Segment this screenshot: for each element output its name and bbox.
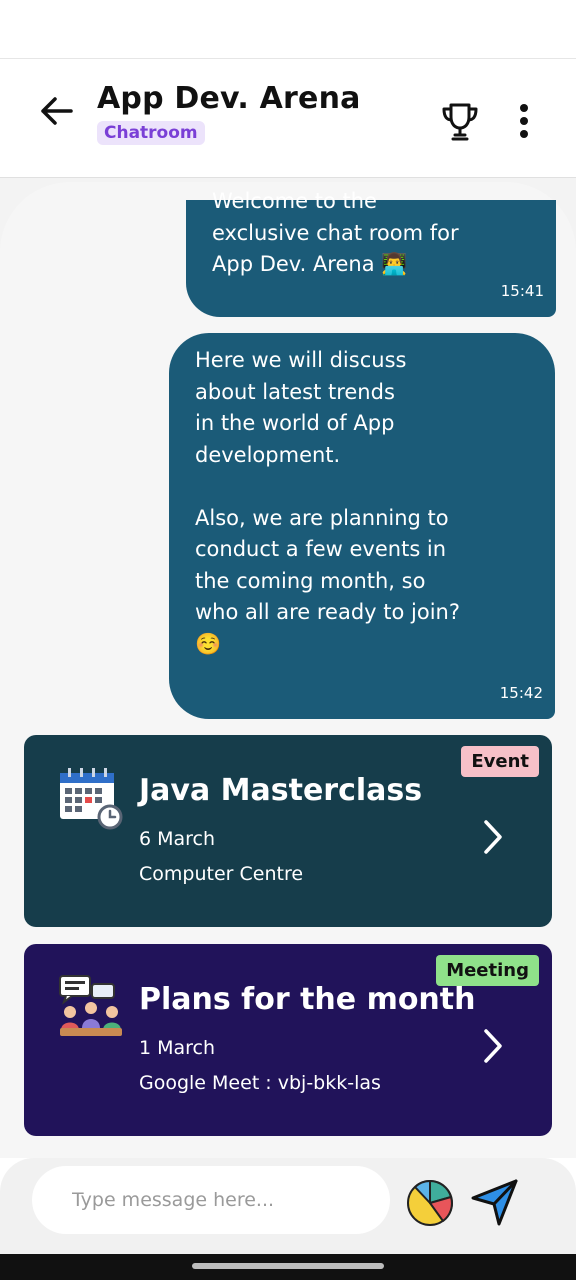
- calendar-icon: [60, 768, 123, 830]
- more-options-button[interactable]: [506, 101, 542, 141]
- message-text: Here we will discuss about latest trends…: [195, 348, 460, 656]
- event-date: 6 March: [139, 828, 216, 850]
- meeting-link: Google Meet : vbj-bkk-las: [139, 1072, 381, 1094]
- status-bar-area: [0, 0, 576, 58]
- trophy-button[interactable]: [438, 99, 482, 145]
- message-time: 15:42: [499, 683, 543, 702]
- back-button[interactable]: [34, 89, 78, 133]
- chevron-right-icon: [484, 820, 502, 854]
- send-button[interactable]: [469, 1176, 521, 1228]
- message-bubble[interactable]: Welcome to the exclusive chat room for A…: [186, 189, 556, 317]
- message-bubble[interactable]: Here we will discuss about latest trends…: [169, 333, 555, 719]
- event-tag: Event: [461, 746, 539, 777]
- home-handle[interactable]: [192, 1263, 384, 1269]
- meeting-title: Plans for the month: [139, 982, 476, 1017]
- page-title: App Dev. Arena: [97, 81, 361, 116]
- more-vertical-icon: [520, 104, 528, 138]
- pie-chart-icon: [407, 1180, 453, 1226]
- message-input[interactable]: [32, 1166, 390, 1234]
- meeting-card[interactable]: Meeting Plans for the month 1 March Goog…: [24, 944, 552, 1136]
- event-card[interactable]: Event Java Masterclass 6 March Computer …: [24, 735, 552, 927]
- send-icon: [471, 1179, 518, 1226]
- chat-area[interactable]: Welcome to the exclusive chat room for A…: [0, 178, 576, 1158]
- meeting-icon: [59, 975, 122, 1036]
- trophy-icon: [442, 103, 478, 141]
- event-location: Computer Centre: [139, 863, 304, 885]
- chatroom-badge: Chatroom: [97, 121, 205, 145]
- chevron-right-icon: [484, 1029, 502, 1063]
- stats-button[interactable]: [405, 1178, 455, 1228]
- message-composer: [0, 1158, 576, 1254]
- chat-header: App Dev. Arena Chatroom: [0, 58, 576, 178]
- meeting-date: 1 March: [139, 1037, 216, 1059]
- event-title: Java Masterclass: [139, 773, 423, 808]
- system-navigation-bar: [0, 1254, 576, 1280]
- back-arrow-icon: [41, 97, 73, 125]
- message-time: 15:41: [500, 281, 544, 300]
- message-text: Welcome to the exclusive chat room for A…: [212, 189, 459, 276]
